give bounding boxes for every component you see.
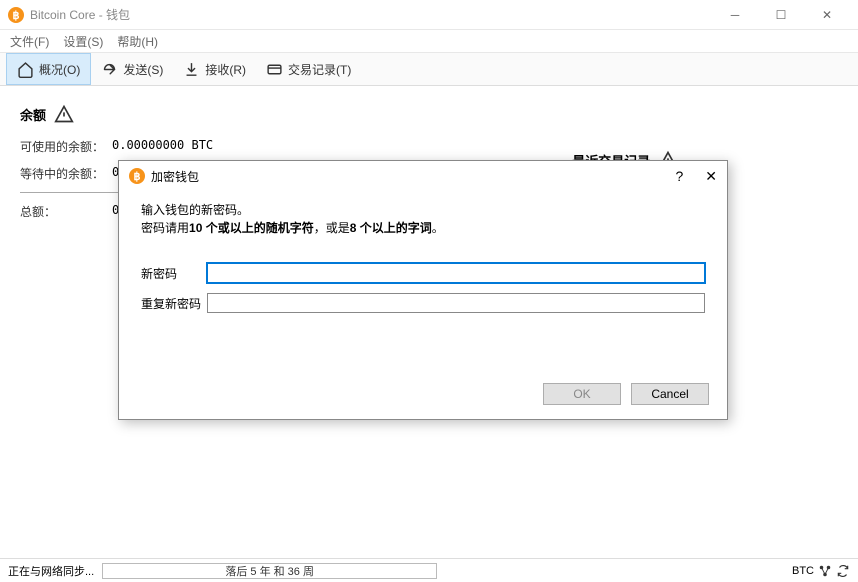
dialog-close-button[interactable]: ✕ (705, 168, 717, 185)
tab-transactions-label: 交易记录(T) (288, 61, 351, 78)
tab-transactions[interactable]: 交易记录(T) (256, 53, 361, 85)
dialog-msg-pre: 密码请用 (141, 221, 189, 235)
send-icon (101, 61, 118, 78)
dialog-titlebar: ฿ 加密钱包 ? ✕ (119, 161, 727, 191)
repeat-passphrase-input[interactable] (207, 293, 705, 313)
dialog-msg-line1: 输入钱包的新密码。 (141, 203, 249, 217)
dialog-msg-post: 。 (432, 221, 444, 235)
receive-icon (183, 61, 200, 78)
sync-progress-text: 落后 5 年 和 36 周 (225, 563, 314, 579)
menu-settings[interactable]: 设置(S) (63, 33, 103, 50)
tab-overview-label: 概况(O) (39, 61, 80, 78)
available-balance-value: 0.00000000 BTC (112, 138, 213, 155)
svg-text:฿: ฿ (134, 171, 141, 183)
cancel-button[interactable]: Cancel (631, 383, 709, 405)
tab-receive[interactable]: 接收(R) (173, 53, 256, 85)
tab-send[interactable]: 发送(S) (91, 53, 173, 85)
encrypt-wallet-dialog: ฿ 加密钱包 ? ✕ 输入钱包的新密码。 密码请用10 个或以上的随机字符，或是… (118, 160, 728, 420)
menu-file[interactable]: 文件(F) (10, 33, 49, 50)
balance-heading: 余额 (20, 104, 413, 124)
sync-icon[interactable] (836, 564, 850, 578)
tab-send-label: 发送(S) (123, 61, 163, 78)
new-passphrase-input[interactable] (207, 263, 705, 283)
pending-balance-label: 等待中的余额： (20, 165, 112, 182)
close-button[interactable]: ✕ (804, 0, 850, 30)
dialog-message: 输入钱包的新密码。 密码请用10 个或以上的随机字符，或是8 个以上的字词。 (141, 201, 705, 237)
available-balance-label: 可使用的余额： (20, 138, 112, 155)
minimize-button[interactable]: ─ (712, 0, 758, 30)
balance-heading-text: 余额 (20, 105, 46, 124)
bitcoin-logo-icon: ฿ (129, 168, 145, 184)
sync-progress-bar: 落后 5 年 和 36 周 (102, 563, 437, 579)
menu-help[interactable]: 帮助(H) (117, 33, 158, 50)
dialog-msg-mid: ，或是 (314, 221, 350, 235)
ok-button[interactable]: OK (543, 383, 621, 405)
statusbar: 正在与网络同步... 落后 5 年 和 36 周 BTC (0, 558, 858, 582)
dialog-help-button[interactable]: ? (675, 168, 683, 184)
repeat-passphrase-label: 重复新密码 (141, 295, 207, 312)
menubar: 文件(F) 设置(S) 帮助(H) (0, 30, 858, 52)
sync-status-text: 正在与网络同步... (8, 563, 94, 579)
bitcoin-logo-icon: ฿ (8, 7, 24, 23)
svg-text:฿: ฿ (13, 10, 20, 22)
network-icon[interactable] (818, 564, 832, 578)
new-passphrase-label: 新密码 (141, 265, 207, 282)
window-title: Bitcoin Core - 钱包 (30, 6, 130, 23)
dialog-msg-b1: 10 个或以上的随机字符 (189, 221, 314, 235)
home-icon (17, 61, 34, 78)
warning-icon (54, 104, 74, 124)
tab-overview[interactable]: 概况(O) (6, 53, 91, 85)
maximize-button[interactable]: ☐ (758, 0, 804, 30)
toolbar: 概况(O) 发送(S) 接收(R) 交易记录(T) (0, 52, 858, 86)
unit-label: BTC (792, 565, 814, 577)
dialog-msg-b2: 8 个以上的字词 (350, 221, 432, 235)
tab-receive-label: 接收(R) (205, 61, 246, 78)
titlebar: ฿ Bitcoin Core - 钱包 ─ ☐ ✕ (0, 0, 858, 30)
total-balance-label: 总额： (20, 203, 112, 220)
transactions-icon (266, 61, 283, 78)
dialog-title: 加密钱包 (151, 168, 199, 185)
